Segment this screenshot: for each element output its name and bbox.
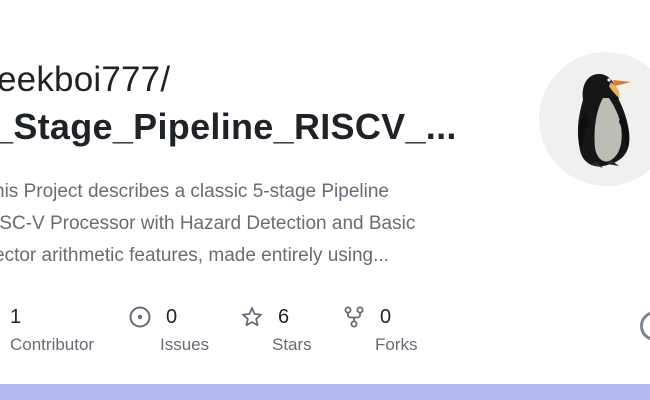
repo-description-line: his Project describes a classic 5-stage … <box>0 181 389 202</box>
avatar <box>539 52 650 186</box>
stat-stars[interactable]: 6 Stars <box>240 303 312 355</box>
repo-owner[interactable]: eekboi777/ <box>0 60 170 100</box>
language-color-bar <box>0 384 650 400</box>
stars-count: 6 <box>278 305 290 328</box>
stat-issues[interactable]: 0 Issues <box>128 303 209 355</box>
repo-description-line: ISC-V Processor with Hazard Detection an… <box>0 213 416 234</box>
repo-description-line: ector arithmetic features, made entirely… <box>0 245 389 266</box>
star-icon <box>240 305 264 329</box>
stars-label: Stars <box>272 335 312 354</box>
repo-description: his Project describes a classic 5-stage … <box>0 176 504 272</box>
github-logo-icon <box>640 311 650 341</box>
contributors-count: 1 <box>10 305 22 328</box>
stat-forks[interactable]: 0 Forks <box>342 303 418 355</box>
forks-count: 0 <box>380 305 392 328</box>
penguin-icon <box>577 74 631 168</box>
issues-label: Issues <box>160 335 210 354</box>
issues-count: 0 <box>166 305 178 328</box>
issue-opened-icon <box>128 305 152 329</box>
repo-forked-icon <box>342 305 366 329</box>
stat-contributors[interactable]: 1 Contributor <box>10 303 94 355</box>
repo-name[interactable]: _Stage_Pipeline_RISCV_... <box>0 106 457 148</box>
forks-label: Forks <box>375 335 418 354</box>
contributors-label: Contributor <box>10 335 95 354</box>
